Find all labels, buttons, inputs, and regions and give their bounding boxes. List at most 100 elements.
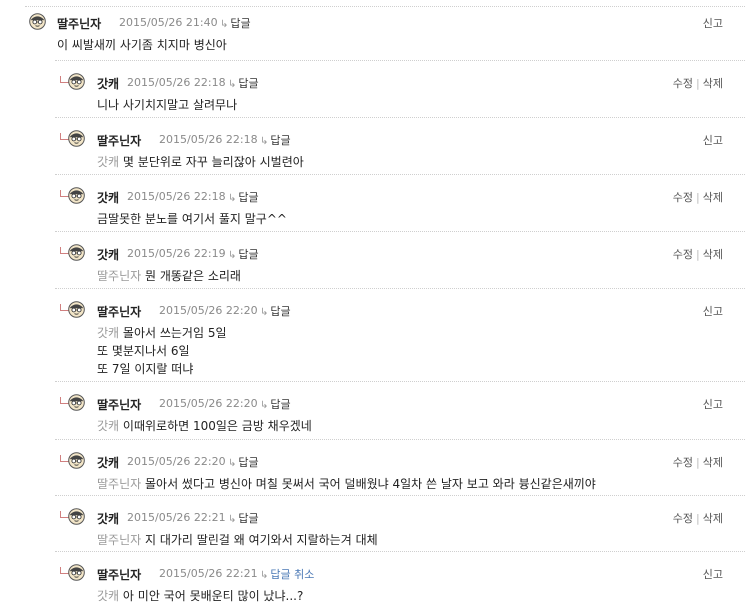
- report-button[interactable]: 신고: [703, 17, 723, 30]
- reply-button[interactable]: ↳ 답글: [260, 396, 291, 412]
- comment-text: 또 7일 이지랄 떠냐: [97, 362, 194, 376]
- comment-line: 이 씨발새끼 사기좀 치지마 병신아: [57, 36, 227, 54]
- comment-text: 몇 분단위로 자꾸 늘리잖아 시벌련아: [122, 155, 304, 169]
- reply-button[interactable]: ↳ 답글: [228, 189, 259, 205]
- report-button[interactable]: 신고: [703, 134, 723, 147]
- comment-author[interactable]: 딸주닌자: [97, 303, 141, 320]
- avatar-icon: [68, 564, 85, 581]
- avatar-icon: [68, 452, 85, 469]
- comment-item: 딸주닌자 2015/05/26 22:18 ↳ 답글 신고 갓캐 몇 분단위로 자꾸 늘리…: [55, 117, 745, 169]
- comment-line: 갓캐 이때위로하면 100일은 금방 채우겠네: [97, 417, 312, 435]
- comment-body: 딸주닌자 몰아서 썼다고 병신아 며칠 못써서 국어 덜배웠냐 4일차 쓴 날자…: [97, 475, 596, 493]
- comment-body: 딸주닌자 지 대가리 딸린걸 왜 여기와서 지랄하는겨 대체: [97, 531, 378, 549]
- comment-body: 갓캐 아 미안 국어 못배운티 많이 났냐...?: [97, 587, 303, 605]
- comment-author[interactable]: 딸주닌자: [97, 396, 141, 413]
- comment-body: 이 씨발새끼 사기좀 치지마 병신아: [57, 36, 227, 54]
- comment-mention[interactable]: 갓캐: [97, 326, 119, 340]
- comment-text: 몰아서 쓰는거임 5일: [122, 326, 227, 340]
- comment-actions: 수정 | 삭제: [673, 246, 723, 262]
- delete-button[interactable]: 삭제: [703, 77, 723, 90]
- comment-mention[interactable]: 딸주닌자: [97, 533, 141, 547]
- reply-button[interactable]: ↳ 답글: [228, 454, 259, 470]
- avatar-icon: [68, 394, 85, 411]
- comment-line: 갓캐 아 미안 국어 못배운티 많이 났냐...?: [97, 587, 303, 605]
- reply-arrow-icon: ↳: [228, 458, 237, 469]
- edit-button[interactable]: 수정: [673, 456, 693, 469]
- comment-author[interactable]: 딸주닌자: [97, 132, 141, 149]
- comment-body: 갓캐 몇 분단위로 자꾸 늘리잖아 시벌련아: [97, 153, 304, 171]
- comment-author[interactable]: 갓캐: [97, 189, 119, 206]
- comment-text: 니나 사기치지말고 살려무나: [97, 98, 238, 112]
- edit-button[interactable]: 수정: [673, 77, 693, 90]
- reply-cancel-button[interactable]: ↳ 답글 취소: [260, 566, 314, 582]
- comment-author[interactable]: 갓캐: [97, 75, 119, 92]
- reply-label: 답글: [270, 305, 291, 318]
- delete-button[interactable]: 삭제: [703, 248, 723, 261]
- reply-arrow-icon: ↳: [228, 79, 237, 90]
- report-button[interactable]: 신고: [703, 568, 723, 581]
- reply-arrow-icon: ↳: [260, 570, 269, 581]
- action-divider: |: [696, 248, 700, 261]
- edit-button[interactable]: 수정: [673, 248, 693, 261]
- comment-text: 몰아서 썼다고 병신아 며칠 못써서 국어 덜배웠냐 4일차 쓴 날자 보고 와…: [145, 477, 596, 491]
- delete-button[interactable]: 삭제: [703, 191, 723, 204]
- reply-button[interactable]: ↳ 답글: [228, 246, 259, 262]
- reply-label: 답글: [270, 398, 291, 411]
- comment-actions: 신고: [703, 15, 723, 31]
- avatar-icon: [68, 73, 85, 90]
- comment-item: 딸주닌자 2015/05/26 22:21 ↳ 답글 취소 신고 갓캐 아 미안 국어 못…: [55, 551, 745, 603]
- reply-arrow-icon: ↳: [220, 19, 229, 30]
- reply-label: 답글: [238, 456, 259, 469]
- delete-button[interactable]: 삭제: [703, 456, 723, 469]
- report-button[interactable]: 신고: [703, 305, 723, 318]
- reply-arrow-icon: ↳: [228, 514, 237, 525]
- comment-mention[interactable]: 갓캐: [97, 589, 119, 603]
- comment-mention[interactable]: 갓캐: [97, 155, 119, 169]
- comment-body: 딸주닌자 뭔 개똥같은 소리래: [97, 267, 241, 285]
- comment-date: 2015/05/26 22:20: [127, 455, 226, 468]
- action-divider: |: [696, 191, 700, 204]
- reply-button[interactable]: ↳ 답글: [228, 510, 259, 526]
- comment-text: 이때위로하면 100일은 금방 채우겠네: [122, 419, 312, 433]
- reply-button[interactable]: ↳ 답글: [260, 132, 291, 148]
- reply-arrow-icon: ↳: [260, 307, 269, 318]
- comment-item: 딸주닌자 2015/05/26 22:20 ↳ 답글 신고갓캐 몰아서 쓰는거임 5일또…: [55, 288, 745, 376]
- delete-button[interactable]: 삭제: [703, 512, 723, 525]
- comment-text: 금딸못한 분노를 여기서 풀지 말구^^: [97, 212, 287, 226]
- reply-button[interactable]: ↳ 답글: [260, 303, 291, 319]
- reply-button[interactable]: ↳ 답글: [228, 75, 259, 91]
- edit-button[interactable]: 수정: [673, 512, 693, 525]
- comment-date: 2015/05/26 22:18: [127, 190, 226, 203]
- comment-mention[interactable]: 딸주닌자: [97, 269, 141, 283]
- comment-line: 또 7일 이지랄 떠냐: [97, 360, 227, 378]
- comment-item: 갓캐 2015/05/26 22:20 ↳ 답글 수정 | 삭제 딸주닌자 몰아서 썼다고 병…: [55, 439, 745, 491]
- avatar-icon: [29, 13, 46, 30]
- comment-text: 또 몇분지나서 6일: [97, 344, 190, 358]
- comment-line: 니나 사기치지말고 살려무나: [97, 96, 237, 114]
- comment-item: 갓캐 2015/05/26 22:18 ↳ 답글 수정 | 삭제금딸못한 분노를 여기서 풀…: [55, 174, 745, 226]
- comment-author[interactable]: 딸주닌자: [97, 566, 141, 583]
- reply-label: 답글: [238, 248, 259, 261]
- comment-author[interactable]: 갓캐: [97, 510, 119, 527]
- avatar-icon: [68, 130, 85, 147]
- comment-actions: 신고: [703, 566, 723, 582]
- reply-label: 답글: [270, 134, 291, 147]
- comment-mention[interactable]: 딸주닌자: [97, 477, 141, 491]
- comment-actions: 수정 | 삭제: [673, 510, 723, 526]
- comment-date: 2015/05/26 22:20: [159, 304, 258, 317]
- comment-line: 금딸못한 분노를 여기서 풀지 말구^^: [97, 210, 287, 228]
- comment-actions: 수정 | 삭제: [673, 189, 723, 205]
- comment-actions: 신고: [703, 396, 723, 412]
- comment-mention[interactable]: 갓캐: [97, 419, 119, 433]
- reply-arrow-icon: ↳: [228, 250, 237, 261]
- comment-author[interactable]: 딸주닌자: [57, 15, 101, 32]
- comment-author[interactable]: 갓캐: [97, 246, 119, 263]
- comment-actions: 신고: [703, 132, 723, 148]
- comment-line: 딸주닌자 몰아서 썼다고 병신아 며칠 못써서 국어 덜배웠냐 4일차 쓴 날자…: [97, 475, 596, 493]
- reply-button[interactable]: ↳ 답글: [220, 15, 251, 31]
- edit-button[interactable]: 수정: [673, 191, 693, 204]
- comment-author[interactable]: 갓캐: [97, 454, 119, 471]
- comment-date: 2015/05/26 21:40: [119, 16, 218, 29]
- comment-item: 갓캐 2015/05/26 22:18 ↳ 답글 수정 | 삭제 니나 사기치지말고 살려무나: [55, 60, 745, 112]
- report-button[interactable]: 신고: [703, 398, 723, 411]
